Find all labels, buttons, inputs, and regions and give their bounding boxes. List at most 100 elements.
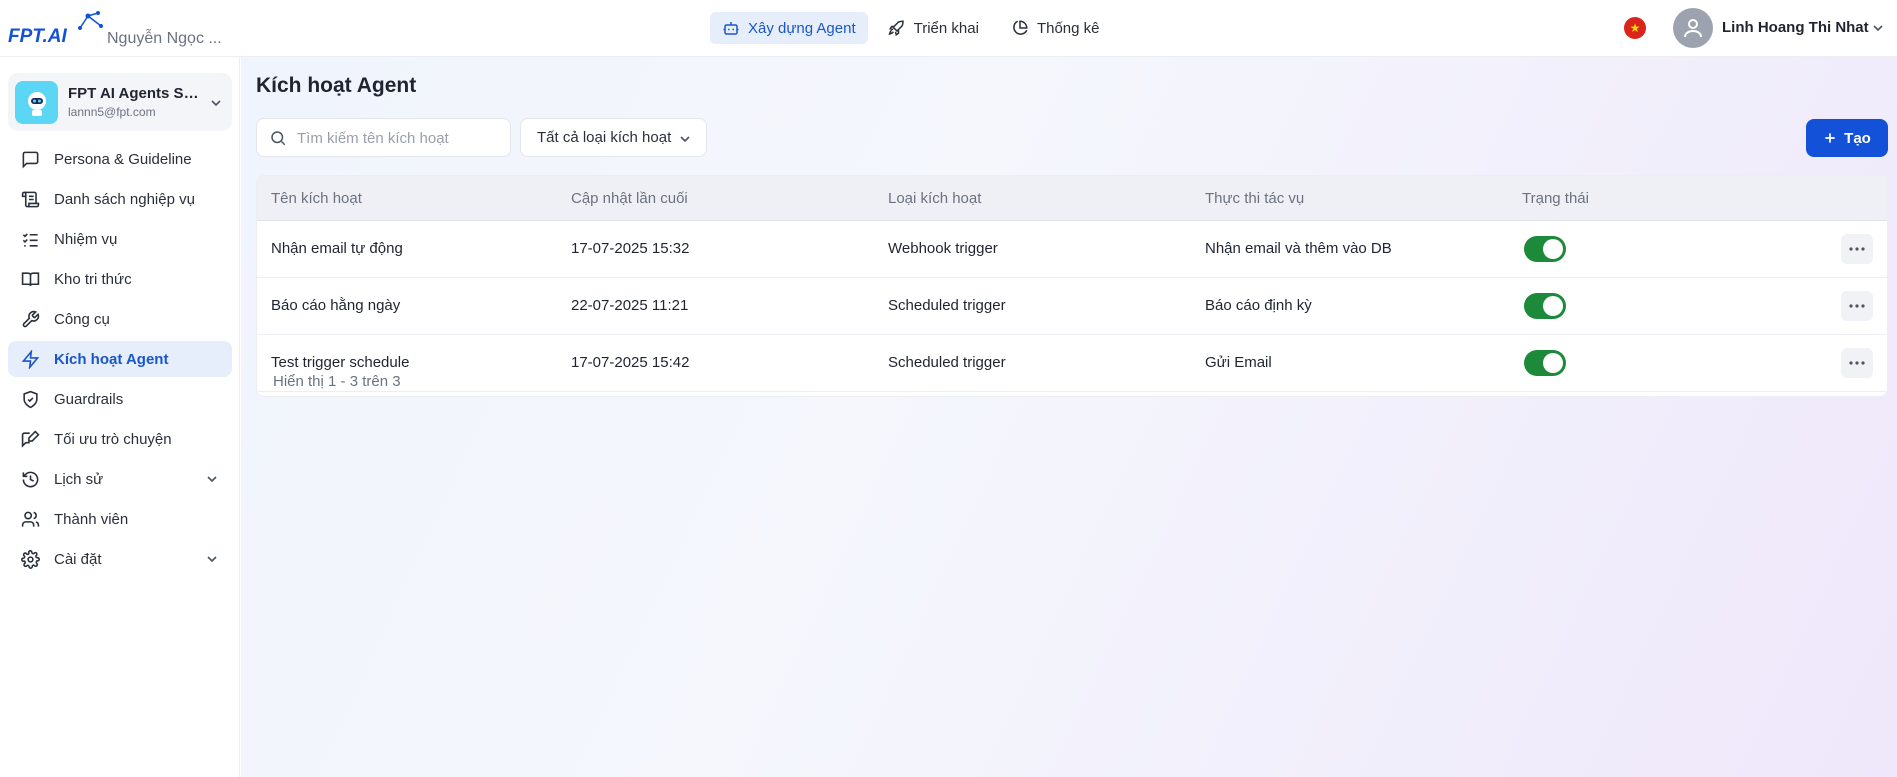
chevron-down-icon[interactable] [204, 471, 220, 487]
sidebar-item-label: Persona & Guideline [54, 150, 192, 168]
more-horizontal-icon [1849, 361, 1865, 365]
table-row[interactable]: Báo cáo hằng ngày 22-07-2025 11:21 Sched… [257, 278, 1887, 335]
org-name[interactable]: Nguyễn Ngọc ... [107, 30, 222, 48]
chevron-down-icon [680, 136, 690, 143]
trigger-name: Nhận email tự động [271, 240, 403, 257]
tab-build-agent[interactable]: Xây dựng Agent [710, 12, 868, 44]
tab-build-agent-label: Xây dựng Agent [748, 19, 856, 37]
trigger-name: Báo cáo hằng ngày [271, 297, 401, 314]
user-icon [1684, 19, 1702, 38]
sidebar-item-knowledge[interactable]: Kho tri thức [8, 261, 232, 297]
sidebar-item-label: Danh sách nghiệp vụ [54, 190, 195, 208]
top-bar: FPT.AI Nguyễn Ngọc ... Xây dựng Agent Tr… [0, 0, 1897, 57]
chevron-down-icon [211, 100, 221, 107]
svg-text:FPT.AI: FPT.AI [8, 26, 67, 46]
trigger-updated: 17-07-2025 15:42 [571, 354, 690, 371]
trigger-updated: 17-07-2025 15:32 [571, 240, 690, 257]
column-header-type: Loại kích hoạt [888, 190, 982, 207]
robot-icon [723, 22, 739, 35]
search-icon [271, 131, 286, 146]
status-toggle[interactable] [1524, 236, 1566, 262]
workspace-avatar [15, 81, 58, 124]
more-options-button[interactable] [1841, 291, 1873, 321]
chevron-down-icon[interactable] [204, 551, 220, 567]
trigger-updated: 22-07-2025 11:21 [571, 297, 689, 314]
message-square-icon [22, 151, 39, 169]
sidebar-item-label: Lịch sử [54, 470, 104, 488]
chevron-down-icon[interactable] [1870, 20, 1886, 36]
trigger-task: Báo cáo định kỳ [1205, 297, 1312, 314]
sidebar-item-label: Công cụ [54, 310, 110, 328]
table-row[interactable]: Nhận email tự động 17-07-2025 15:32 Webh… [257, 221, 1887, 278]
robot-mascot-icon [27, 91, 46, 116]
list-checks-icon [22, 232, 38, 247]
sidebar-item-label: Thành viên [54, 510, 129, 528]
tab-statistics[interactable]: Thống kê [999, 12, 1112, 44]
sidebar-item-label: Kho tri thức [54, 270, 132, 288]
trigger-task: Nhận email và thêm vào DB [1205, 240, 1392, 257]
sidebar-item-history[interactable]: Lịch sử [8, 461, 232, 497]
more-horizontal-icon [1849, 304, 1865, 308]
tab-deploy-label: Triển khai [913, 19, 979, 37]
sidebar-item-agent-triggers[interactable]: Kích hoạt Agent [8, 341, 232, 377]
search-input[interactable] [297, 128, 497, 148]
sidebar-item-tools[interactable]: Công cụ [8, 301, 232, 337]
tab-statistics-label: Thống kê [1036, 19, 1100, 37]
chat-edit-icon [21, 429, 40, 448]
main-content: Kích hoạt Agent Tất cả loại kích hoạt Tạ… [241, 57, 1897, 777]
fpt-ai-logo[interactable]: FPT.AI [8, 10, 104, 46]
shield-check-icon [23, 390, 38, 408]
sidebar-item-label: Nhiệm vụ [54, 230, 118, 248]
pagination-summary: Hiển thị 1 - 3 trên 3 [273, 373, 401, 390]
vietnam-flag-icon[interactable]: ★ [1624, 17, 1646, 39]
users-icon [21, 511, 40, 527]
trigger-type-filter[interactable]: Tất cả loại kích hoạt [520, 118, 707, 157]
sidebar-item-persona[interactable]: Persona & Guideline [8, 141, 232, 177]
sidebar-item-conversation-optimize[interactable]: Tối ưu trò chuyện [8, 421, 232, 457]
sidebar-item-settings[interactable]: Cài đặt [8, 541, 232, 577]
page-title: Kích hoạt Agent [256, 74, 417, 97]
sidebar-item-label: Kích hoạt Agent [54, 350, 169, 368]
status-toggle[interactable] [1524, 350, 1566, 376]
trigger-type: Scheduled trigger [888, 297, 1006, 314]
column-header-task: Thực thi tác vụ [1205, 190, 1305, 207]
create-button-label: Tạo [1844, 129, 1871, 147]
sidebar: FPT AI Agents Su... lannn5@fpt.com Perso… [0, 57, 240, 777]
user-name[interactable]: Linh Hoang Thi Nhat [1722, 19, 1869, 36]
create-button[interactable]: Tạo [1806, 119, 1888, 157]
rocket-icon [888, 20, 904, 36]
table-header: Tên kích hoạt Cập nhật lần cuối Loại kíc… [257, 176, 1887, 221]
more-options-button[interactable] [1841, 348, 1873, 378]
lightning-icon [21, 349, 40, 369]
table-row[interactable]: Test trigger schedule 17-07-2025 15:42 S… [257, 335, 1887, 392]
plus-icon [1825, 133, 1835, 143]
trigger-type: Webhook trigger [888, 240, 998, 257]
book-open-icon [21, 271, 40, 286]
sidebar-menu: Persona & Guideline Danh sách nghiệp vụ … [8, 141, 232, 581]
sidebar-item-label: Guardrails [54, 390, 124, 408]
status-toggle[interactable] [1524, 293, 1566, 319]
top-nav: Xây dựng Agent Triển khai Thống kê [710, 12, 1111, 44]
sidebar-item-tasks[interactable]: Nhiệm vụ [8, 221, 232, 257]
triggers-table: Tên kích hoạt Cập nhật lần cuối Loại kíc… [256, 175, 1888, 397]
scroll-icon [21, 191, 40, 207]
gear-icon [21, 549, 40, 569]
workspace-name: FPT AI Agents Su... [68, 85, 204, 102]
sidebar-item-label: Cài đặt [54, 550, 102, 568]
sidebar-item-guardrails[interactable]: Guardrails [8, 381, 232, 417]
pie-chart-icon [1013, 20, 1028, 35]
trigger-name: Test trigger schedule [271, 354, 410, 371]
tab-deploy[interactable]: Triển khai [876, 12, 991, 44]
trigger-type: Scheduled trigger [888, 354, 1006, 371]
sidebar-item-members[interactable]: Thành viên [8, 501, 232, 537]
more-options-button[interactable] [1841, 234, 1873, 264]
avatar[interactable] [1673, 8, 1713, 48]
sidebar-item-business-list[interactable]: Danh sách nghiệp vụ [8, 181, 232, 217]
trigger-task: Gửi Email [1205, 354, 1272, 371]
filter-label: Tất cả loại kích hoạt [537, 129, 672, 146]
search-box[interactable] [256, 118, 511, 157]
more-horizontal-icon [1849, 247, 1865, 251]
workspace-switcher[interactable]: FPT AI Agents Su... lannn5@fpt.com [8, 73, 232, 131]
column-header-name: Tên kích hoạt [271, 190, 362, 207]
history-icon [22, 471, 39, 487]
